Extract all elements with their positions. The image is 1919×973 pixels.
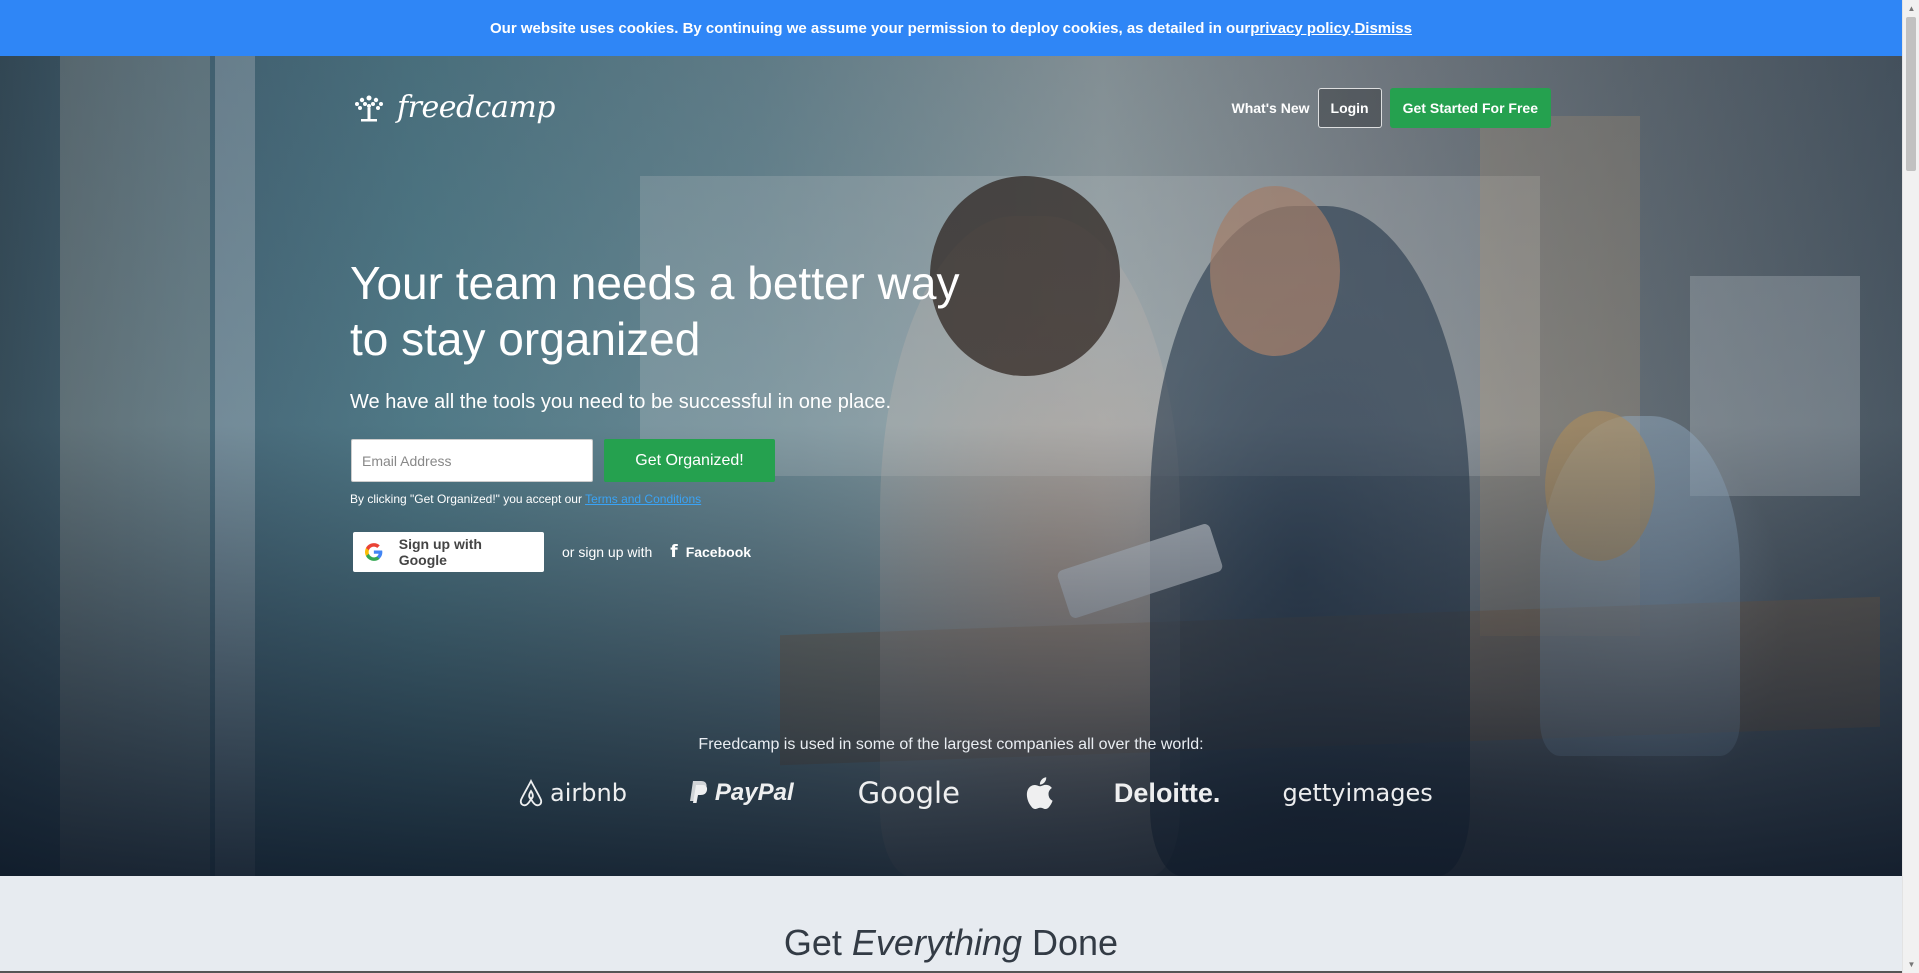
paypal-logo: PayPal [687, 779, 794, 807]
scroll-down-arrow-icon[interactable]: ▼ [1903, 956, 1919, 973]
or-sign-up-text: or sign up with [562, 544, 653, 560]
top-nav: What's New Login Get Started For Free [1232, 88, 1551, 128]
airbnb-logo: airbnb [518, 779, 627, 807]
get-organized-button[interactable]: Get Organized! [604, 439, 775, 482]
terms-notice: By clicking "Get Organized!" you accept … [350, 492, 701, 506]
client-logos: airbnb PayPal Google Deloitte. gettyimag… [518, 776, 1433, 810]
google-wordmark: Google [857, 776, 960, 810]
facebook-signup-button[interactable]: f Facebook [670, 542, 751, 562]
login-button[interactable]: Login [1317, 88, 1382, 128]
cookie-text: Our website uses cookies. By continuing … [490, 19, 1251, 37]
freedcamp-logo[interactable]: freedcamp [351, 90, 556, 125]
facebook-f-icon: f [670, 542, 678, 562]
google-g-icon [365, 543, 383, 561]
email-input[interactable] [351, 439, 593, 482]
getty-images-wordmark: gettyimages [1282, 779, 1433, 807]
facebook-signup-label: Facebook [685, 544, 752, 560]
scroll-thumb[interactable] [1906, 17, 1916, 171]
dismiss-cookie-link[interactable]: Dismiss [1354, 20, 1412, 37]
getty-images-logo: gettyimages [1282, 779, 1432, 807]
terms-prefix: By clicking "Get Organized!" you accept … [350, 492, 586, 506]
deloitte-logo: Deloitte. [1114, 778, 1221, 809]
get-started-button[interactable]: Get Started For Free [1389, 88, 1551, 128]
apple-logo [1024, 776, 1054, 810]
privacy-policy-link[interactable]: privacy policy [1250, 20, 1350, 37]
google-signup-button[interactable]: Sign up with Google [353, 532, 544, 572]
terms-link[interactable]: Terms and Conditions [585, 492, 701, 506]
apple-icon [1026, 777, 1053, 810]
google-logo: Google [858, 776, 960, 810]
logo-text: freedcamp [397, 90, 556, 125]
section-title: Get Everything Done [0, 922, 1902, 964]
paypal-wordmark: PayPal [714, 779, 794, 806]
signup-form: Get Organized! [351, 439, 775, 482]
airbnb-icon [519, 779, 543, 807]
vertical-scrollbar[interactable]: ▲ ▼ [1902, 0, 1919, 973]
google-signup-label: Sign up with Google [398, 536, 482, 568]
section-title-start: Get [783, 922, 852, 963]
whats-new-link[interactable]: What's New [1232, 100, 1310, 116]
airbnb-wordmark: airbnb [550, 779, 627, 807]
social-signup: Sign up with Google or sign up with f Fa… [353, 532, 751, 572]
section-title-emphasis: Everything [851, 922, 1023, 963]
clients-caption: Freedcamp is used in some of the largest… [698, 736, 1204, 753]
hero-headline: Your team needs a better way to stay org… [350, 257, 960, 365]
hero-subheadline: We have all the tools you need to be suc… [350, 391, 892, 413]
section-title-end: Done [1022, 922, 1119, 963]
paypal-p-icon [689, 781, 708, 803]
cookie-banner: Our website uses cookies. By continuing … [0, 0, 1902, 56]
scroll-up-arrow-icon[interactable]: ▲ [1903, 0, 1919, 17]
freedcamp-tree-icon [355, 95, 383, 121]
deloitte-wordmark: Deloitte. [1113, 777, 1221, 808]
